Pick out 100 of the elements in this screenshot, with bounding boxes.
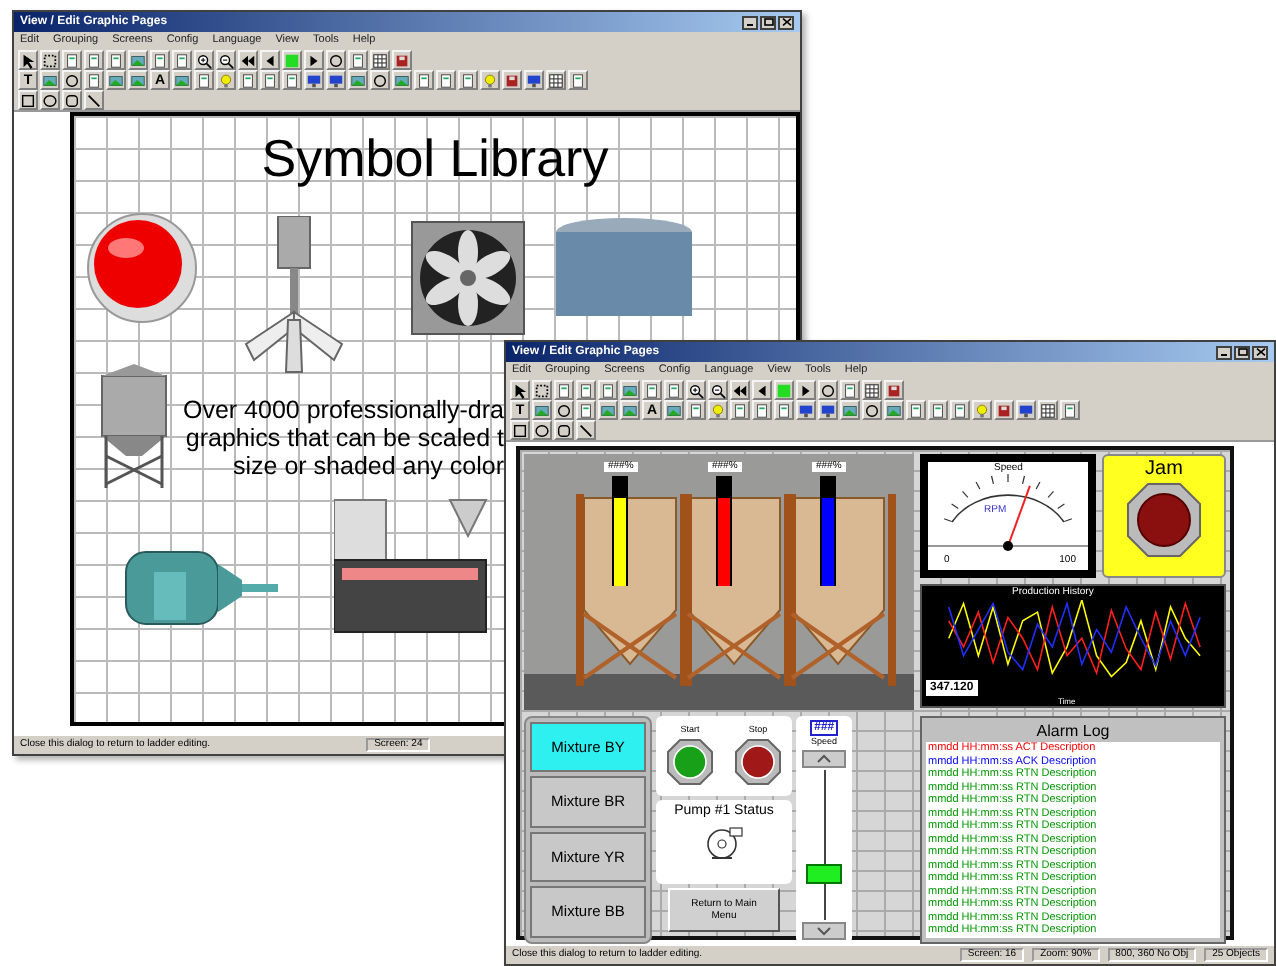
circle-icon <box>328 51 344 69</box>
tool-button[interactable] <box>370 50 390 70</box>
picture-icon <box>394 71 410 89</box>
page-icon <box>240 71 256 89</box>
maximize-button[interactable] <box>760 15 776 29</box>
tool-button[interactable] <box>862 380 882 400</box>
page-icon <box>64 51 80 69</box>
page-icon <box>1062 401 1078 419</box>
down-button[interactable] <box>802 921 846 939</box>
circle-icon <box>64 71 80 89</box>
bulb-icon <box>710 401 726 419</box>
picture-icon <box>42 71 58 89</box>
zoom-out-icon <box>710 381 726 399</box>
close-button[interactable] <box>778 15 794 29</box>
tool-button[interactable] <box>326 50 346 70</box>
close-button[interactable] <box>1252 345 1268 359</box>
square-icon <box>284 51 300 69</box>
push-button-drawing <box>86 212 198 324</box>
ellipse-icon <box>534 421 550 439</box>
rewind-icon <box>732 381 748 399</box>
page-icon <box>174 51 190 69</box>
monitor-icon <box>526 71 542 89</box>
grid-icon <box>372 51 388 69</box>
tool-button[interactable] <box>84 90 104 110</box>
pointer-icon <box>20 51 36 69</box>
picture-icon <box>534 401 550 419</box>
tool-button[interactable] <box>40 90 60 110</box>
ellipse-icon <box>42 91 58 109</box>
picture-icon <box>666 401 682 419</box>
up-button[interactable] <box>802 749 846 767</box>
page-icon <box>556 381 572 399</box>
circle-icon <box>864 401 880 419</box>
dashed-rectangle-icon <box>42 51 58 69</box>
tool-button[interactable] <box>554 400 574 420</box>
tool-button[interactable] <box>862 400 882 420</box>
fan-drawing <box>410 220 526 336</box>
picture-icon <box>600 401 616 419</box>
jam-lamp-icon <box>1126 482 1202 558</box>
minimize-button[interactable] <box>1216 345 1232 359</box>
zoom-in-icon <box>196 51 212 69</box>
maximize-button[interactable] <box>1234 345 1250 359</box>
page-icon <box>284 71 300 89</box>
rectangle-icon <box>512 421 528 439</box>
page-icon <box>108 51 124 69</box>
chevron-down-icon <box>816 925 832 935</box>
bulb-icon <box>974 401 990 419</box>
maximize-icon <box>1237 348 1247 356</box>
close-icon <box>781 18 791 26</box>
tank-drawing <box>554 216 694 316</box>
monitor-icon <box>328 71 344 89</box>
blurb-line: size or shaded any color <box>233 452 504 480</box>
picture-icon <box>886 401 902 419</box>
tool-button[interactable] <box>546 70 566 90</box>
page-icon <box>842 381 858 399</box>
bulb-icon <box>482 71 498 89</box>
rewind-icon <box>240 51 256 69</box>
page-icon <box>666 381 682 399</box>
tool-button[interactable] <box>576 420 596 440</box>
line-icon <box>86 91 102 109</box>
page-icon <box>930 401 946 419</box>
minimize-icon <box>1219 348 1229 356</box>
blurb-line: Over 4000 professionally-dra <box>183 396 504 424</box>
minimize-button[interactable] <box>742 15 758 29</box>
grid-icon <box>864 381 880 399</box>
chevron-up-icon <box>816 753 832 763</box>
line-icon <box>578 421 594 439</box>
picture-icon <box>108 71 124 89</box>
maximize-icon <box>763 18 773 26</box>
page-icon <box>732 401 748 419</box>
monitor-icon <box>306 71 322 89</box>
pointer-icon <box>512 381 528 399</box>
grid-icon <box>548 71 564 89</box>
speed-slider-thumb[interactable] <box>806 864 842 884</box>
circle-icon <box>820 381 836 399</box>
tool-button[interactable] <box>818 380 838 400</box>
page-icon <box>196 71 212 89</box>
page-icon <box>644 381 660 399</box>
pump-icon <box>702 824 746 864</box>
tool-button[interactable] <box>532 420 552 440</box>
alarm-log-title: Alarm Log <box>1034 722 1112 742</box>
blurb-line: graphics that can be scaled t <box>185 424 504 452</box>
library-title: Symbol Library <box>261 132 609 184</box>
page-icon <box>908 401 924 419</box>
page-icon <box>600 381 616 399</box>
previous-icon <box>262 51 278 69</box>
rounded-rectangle-icon <box>556 421 572 439</box>
dashed-rectangle-icon <box>534 381 550 399</box>
rectangle-icon <box>20 91 36 109</box>
page-icon <box>776 401 792 419</box>
rounded-rectangle-icon <box>64 91 80 109</box>
picture-icon <box>842 401 858 419</box>
close-icon <box>1255 348 1265 356</box>
page-icon <box>416 71 432 89</box>
zoom-out-icon <box>218 51 234 69</box>
tool-button[interactable] <box>1038 400 1058 420</box>
page-icon <box>460 71 476 89</box>
tool-button[interactable] <box>62 70 82 90</box>
page-icon <box>754 401 770 419</box>
tool-button[interactable] <box>370 70 390 90</box>
next-icon <box>306 51 322 69</box>
